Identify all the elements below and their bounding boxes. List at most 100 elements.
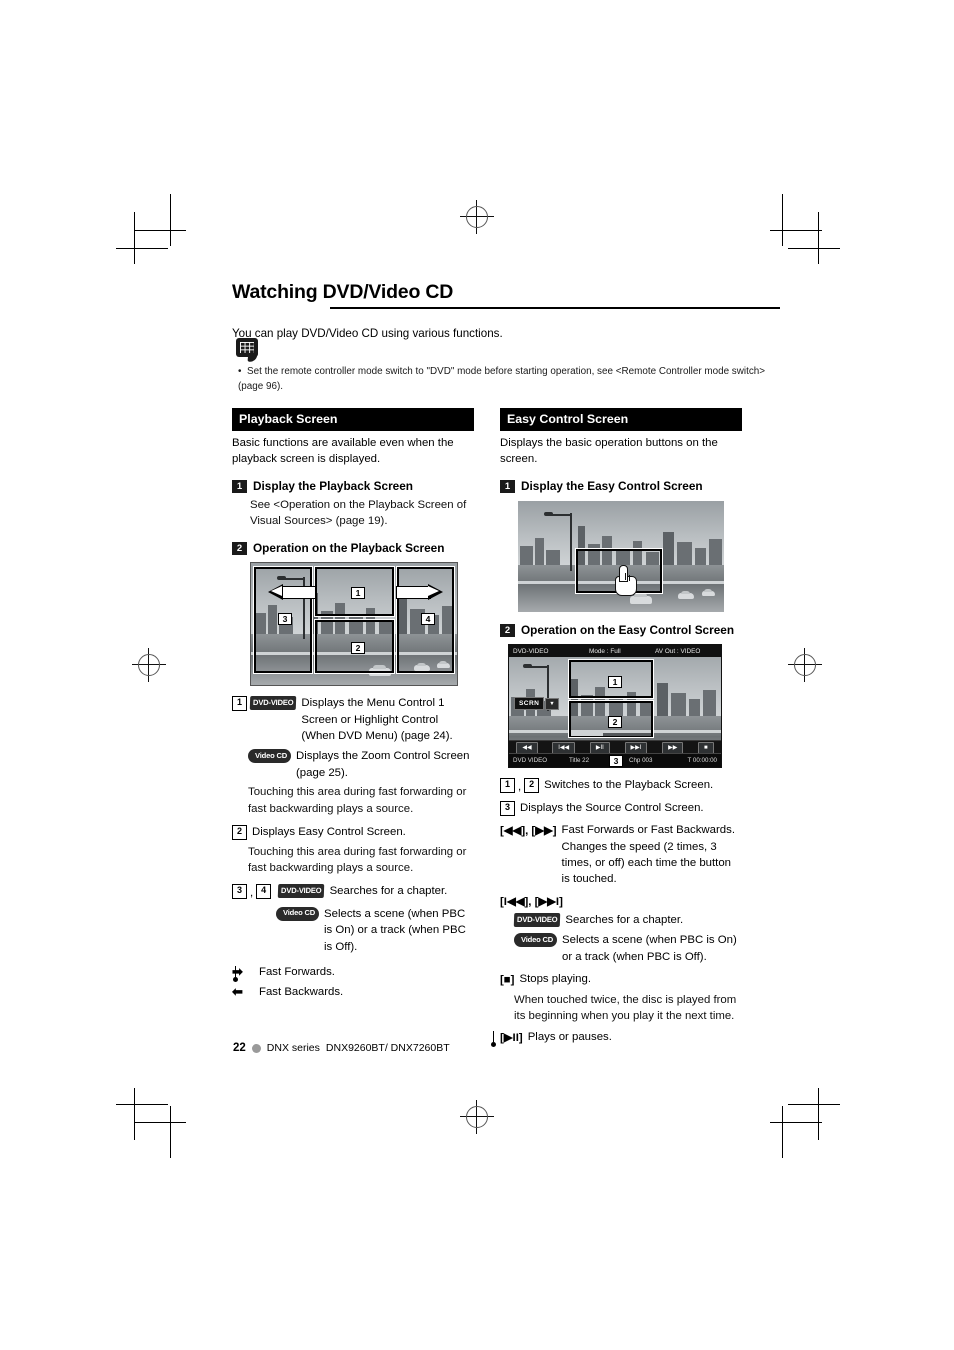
step-title-2-right: Operation on the Easy Control Screen: [521, 622, 735, 637]
ec-legend-item-4-dvd: DVD-VIDEO Searches for a chapter.: [513, 912, 742, 928]
playback-legend: 1 DVD-VIDEO Displays the Menu Control 1 …: [232, 695, 474, 1001]
ui-touch-zone-2[interactable]: 2: [568, 700, 654, 739]
transport-fast-forward-button[interactable]: ▶▶: [662, 741, 684, 754]
crop-mark-bottom-right-v: [782, 1106, 783, 1158]
transport-next-button[interactable]: ▶▶I: [624, 741, 648, 754]
legend-item-1: 1 DVD-VIDEO Displays the Menu Control 1 …: [232, 695, 474, 744]
ec-key-2: 2: [524, 778, 540, 794]
touch-zone-4[interactable]: 4: [396, 566, 455, 675]
ec-key-3: 3: [500, 800, 515, 816]
legend-fast-backward: ⬅ Fast Backwards.: [232, 984, 474, 1000]
disc-badge-dvd-video: DVD-VIDEO: [249, 696, 297, 711]
disc-badge-dvd-video-3: DVD-VIDEO: [513, 912, 561, 927]
legend-key-3: 3: [232, 884, 247, 900]
crop-mark-bottom-left-v2: [134, 1088, 135, 1140]
touch-zone-3[interactable]: 3: [253, 566, 313, 675]
car-5: [678, 590, 694, 599]
transport-previous-button[interactable]: I◀◀: [552, 741, 576, 754]
device-transport-controls: ◀◀ I◀◀ ▶II ▶▶I ▶▶ ■: [509, 740, 721, 755]
ec-keys-6: [▶II]: [500, 1032, 523, 1045]
step-2-easy-control: 2 Operation on the Easy Control Screen: [500, 623, 742, 638]
seek-bar[interactable]: [571, 733, 651, 737]
playback-screen-section: Playback Screen Basic functions are avai…: [232, 408, 474, 1001]
ec-text-2: Displays the Source Control Screen.: [520, 801, 704, 814]
ui-touch-zone-1[interactable]: 1: [568, 659, 654, 700]
transport-play-pause-button[interactable]: ▶II: [589, 741, 610, 754]
zone-label-2: 2: [351, 642, 365, 655]
step-body-1: See <Operation on the Playback Screen of…: [250, 498, 467, 528]
registration-mark-top: [460, 200, 494, 234]
disc-badge-video-cd-2: Video CD: [276, 906, 320, 921]
crop-mark-bottom-right-h2: [788, 1104, 840, 1105]
step-badge-1-right: 1: [500, 480, 515, 494]
legend-fast-forward-text: Fast Forwards.: [259, 966, 335, 979]
ec-legend-item-5: [■] Stops playing.: [500, 971, 742, 988]
status-time: T 00:00:00: [687, 757, 717, 765]
page-header: Watching DVD/Video CD You can play DVD/V…: [232, 281, 782, 343]
ec-text-5: Stops playing.: [519, 973, 592, 986]
hand-cursor-icon: [612, 564, 638, 596]
legend-text-3b: Selects a scene (when PBC is On) or a tr…: [324, 907, 466, 953]
crop-mark-top-left-v: [170, 194, 171, 246]
crop-mark-top-right-h: [770, 230, 822, 231]
status-source: DVD VIDEO: [513, 757, 548, 765]
legend-key-1: 1: [232, 696, 247, 712]
scrn-dropdown-icon[interactable]: ▼: [545, 697, 559, 710]
ec-keys-4: [I◀◀], [▶▶I]: [500, 895, 563, 908]
legend-note-1: Touching this area during fast forwardin…: [248, 786, 467, 815]
car-4: [630, 592, 652, 604]
crop-mark-bottom-right-v2: [818, 1088, 819, 1140]
section-heading-playback: Playback Screen: [232, 408, 474, 432]
disc-badge-video-cd-3: Video CD: [514, 933, 558, 948]
page-number: 22: [233, 1042, 246, 1054]
arrow-left-icon: ⬅: [232, 984, 243, 1000]
crop-mark-top-left-h2: [116, 248, 168, 249]
step-1-playback: 1 Display the Playback Screen: [232, 479, 474, 494]
legend-text-2: Displays Easy Control Screen.: [252, 826, 406, 839]
status-chapter: Chp 003: [629, 757, 653, 765]
transport-rewind-button[interactable]: ◀◀: [516, 741, 538, 754]
legend-text-1b: Displays the Zoom Control Screen (page 2…: [296, 750, 470, 779]
legend-text-3a: Searches for a chapter.: [329, 885, 448, 898]
legend-fast-forward: ➡ Fast Forwards.: [232, 964, 474, 980]
playback-screen-figure: 3 1 2 4: [250, 562, 458, 687]
ec-legend-item-1: 1 , 2 Switches to the Playback Screen.: [500, 777, 742, 795]
ec-legend-item-2: 3 Displays the Source Control Screen.: [500, 800, 742, 816]
ec-note-5: When touched twice, the disc is played f…: [514, 993, 737, 1022]
footer-dot-icon: [251, 1043, 261, 1053]
scrn-button[interactable]: SCRN ▼: [514, 697, 559, 711]
easy-control-ui-figure: DVD-VIDEO Mode : Full AV Out : VIDEO SCR…: [508, 644, 722, 769]
step-badge-2-right: 2: [500, 624, 515, 638]
note-bubble-icon: [236, 338, 262, 364]
streetlight-2: [570, 512, 572, 571]
disc-badge-dvd-video-2: DVD-VIDEO: [277, 884, 325, 899]
arrow-right-icon: ➡: [232, 964, 243, 980]
touch-zone-1[interactable]: 1: [314, 566, 395, 618]
note-text: • Set the remote controller mode switch t…: [238, 366, 766, 393]
section-heading-easy-control: Easy Control Screen: [500, 408, 742, 432]
scrn-button-label: SCRN: [514, 697, 545, 711]
section-intro-playback: Basic functions are available even when …: [232, 437, 454, 466]
device-source-label: DVD-VIDEO: [513, 647, 549, 655]
device-status-bar: DVD VIDEO Title 22 Chp 003 T 00:00:00 3: [509, 753, 721, 768]
device-avout-label: AV Out : VIDEO: [655, 647, 701, 655]
ec-text-4b: Selects a scene (when PBC is On) or a tr…: [562, 934, 737, 963]
step-title-2: Operation on the Playback Screen: [253, 540, 445, 555]
crop-mark-top-right-h2: [788, 248, 840, 249]
registration-mark-left: [132, 648, 166, 682]
arrow-right-indicator: [396, 584, 443, 601]
step-1-easy-control: 1 Display the Easy Control Screen: [500, 479, 742, 494]
status-title: Title 22: [569, 757, 590, 765]
ui-zone-label-3: 3: [609, 755, 623, 768]
legend-item-1-vcd: Video CD Displays the Zoom Control Scree…: [248, 748, 474, 781]
crop-mark-bottom-right-h: [770, 1122, 822, 1123]
legend-item-3-4: 3 , 4 DVD-VIDEO Searches for a chapter.: [232, 883, 474, 901]
disc-badge-video-cd: Video CD: [248, 749, 292, 764]
step-title-1: Display the Playback Screen: [253, 478, 413, 493]
touch-zone-2[interactable]: 2: [314, 619, 395, 675]
transport-stop-button[interactable]: ■: [698, 741, 714, 754]
legend-item-3-4-vcd: Video CD Selects a scene (when PBC is On…: [276, 906, 474, 955]
easy-control-legend: 1 , 2 Switches to the Playback Screen. 3…: [500, 777, 742, 1046]
car-6: [702, 589, 715, 596]
zone-label-3: 3: [278, 613, 292, 626]
